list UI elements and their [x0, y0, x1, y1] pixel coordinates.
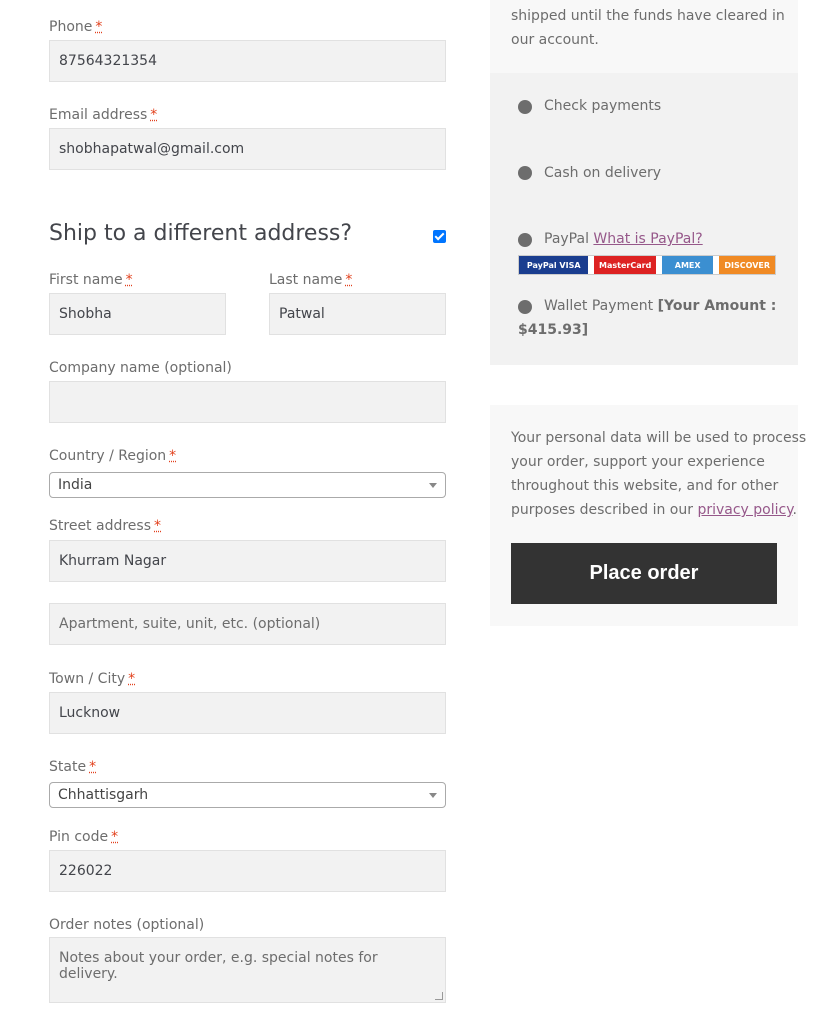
order-notes-label: Order notes (optional) [49, 917, 205, 933]
required-mark: * [150, 107, 158, 123]
pin-input[interactable]: 226022 [49, 850, 446, 892]
mastercard-logo: MasterCard [594, 256, 656, 274]
first-name-label: First name * [49, 272, 133, 288]
radio-cash-on-delivery[interactable] [518, 166, 532, 180]
required-mark: * [169, 448, 177, 464]
required-mark: * [95, 19, 103, 35]
paypal-visa-logo: PayPal VISA [519, 256, 589, 274]
state-select[interactable]: Chhattisgarh [49, 782, 446, 808]
country-select[interactable]: India [49, 472, 446, 498]
discover-logo: DISCOVER [719, 256, 775, 274]
card-logos: PayPal VISA MasterCard AMEX DISCOVER [518, 255, 776, 275]
required-mark: * [154, 518, 161, 534]
label-paypal: PayPal What is PayPal? [544, 231, 703, 247]
radio-wallet-payment[interactable] [518, 300, 532, 314]
what-is-paypal-link[interactable]: What is PayPal? [593, 231, 702, 247]
pin-label: Pin code * [49, 829, 119, 845]
bank-note: shipped until the funds have cleared in … [511, 8, 785, 48]
label-cash-on-delivery: Cash on delivery [544, 165, 662, 181]
last-name-input[interactable]: Patwal [269, 293, 446, 335]
place-order-button[interactable]: Place order [511, 543, 777, 604]
required-mark: * [89, 759, 97, 775]
radio-check-payments[interactable] [518, 100, 532, 114]
first-name-input[interactable]: Shobha [49, 293, 226, 335]
street-label: Street address * [49, 518, 161, 534]
city-input[interactable]: Lucknow [49, 692, 446, 734]
state-label: State * [49, 759, 97, 775]
privacy-policy-link[interactable]: privacy policy [697, 502, 792, 518]
chevron-down-icon [429, 793, 437, 798]
company-input[interactable] [49, 381, 446, 423]
chevron-down-icon [429, 483, 437, 488]
apartment-input[interactable]: Apartment, suite, unit, etc. (optional) [49, 603, 446, 645]
email-label: Email address * [49, 107, 158, 123]
wallet-amount: $415.93] [518, 322, 589, 338]
amex-logo: AMEX [661, 256, 714, 274]
radio-paypal[interactable] [518, 233, 532, 247]
required-mark: * [128, 671, 136, 687]
street-input[interactable]: Khurram Nagar [49, 540, 446, 582]
privacy-text: Your personal data will be used to proce… [511, 430, 807, 518]
ship-different-checkbox[interactable] [433, 230, 446, 243]
required-mark: * [345, 272, 353, 288]
city-label: Town / City * [49, 671, 136, 687]
phone-input[interactable]: 87564321354 [49, 40, 446, 82]
order-notes-textarea[interactable]: Notes about your order, e.g. special not… [49, 937, 446, 1003]
ship-different-title: Ship to a different address? [49, 221, 353, 246]
email-input[interactable]: shobhapatwal@gmail.com [49, 128, 446, 170]
required-mark: * [125, 272, 133, 288]
company-label: Company name (optional) [49, 360, 232, 376]
resize-grip-icon[interactable] [435, 992, 443, 1000]
required-mark: * [111, 829, 119, 845]
label-check-payments: Check payments [544, 98, 662, 114]
country-label: Country / Region * [49, 448, 177, 464]
last-name-label: Last name * [269, 272, 353, 288]
label-wallet-payment: Wallet Payment [Your Amount : [544, 298, 777, 314]
phone-label: Phone * [49, 19, 103, 35]
